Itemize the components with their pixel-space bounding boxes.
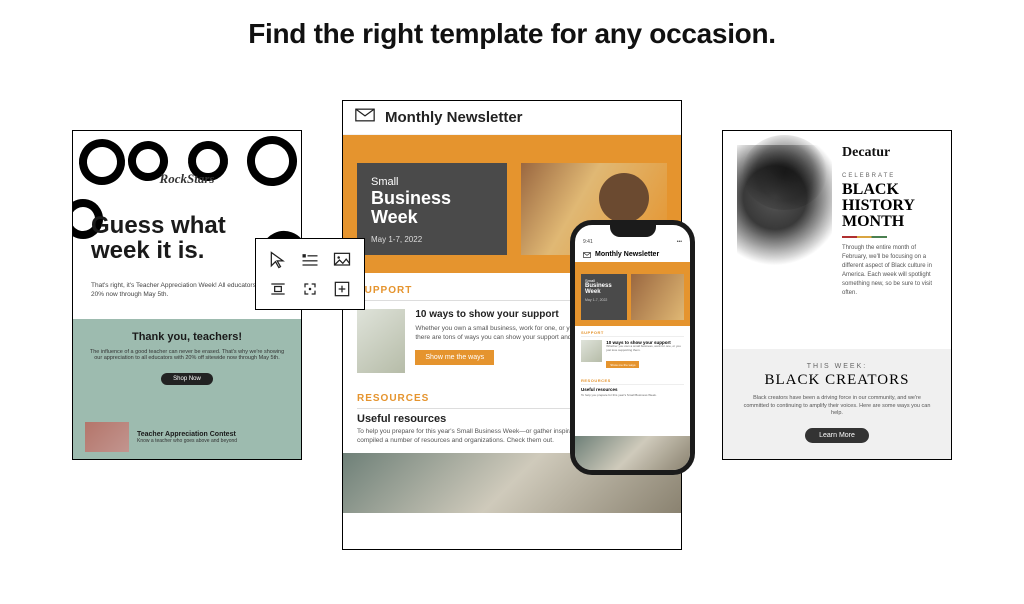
learn-more-button[interactable]: Learn More [805,428,869,443]
bhm-body: Through the entire month of February, we… [842,244,937,298]
mobile-preview: 9:41••• Monthly Newsletter Small Busines… [570,220,695,475]
phone-useful-title: Useful resources [575,385,690,393]
editor-toolbox [255,238,365,310]
celebrate-label: CELEBRATE [842,173,937,179]
phone-support-body: Whether you own a small business, work f… [606,345,684,353]
phone-hero-text: Small Business Week May 1-7, 2022 [581,274,627,320]
this-week-label: THIS WEEK: [741,363,933,370]
phone-support-cta[interactable]: Show me the ways [606,361,639,368]
phone-useful-body: To help you prepare for this year's Smal… [575,393,690,400]
contest-title: Teacher Appreciation Contest [137,431,237,438]
expand-icon[interactable] [294,274,326,303]
support-thumbnail [357,309,405,373]
hero-text-panel: Small Business Week May 1-7, 2022 [357,163,507,255]
image-icon[interactable] [326,245,358,274]
align-icon[interactable] [262,274,294,303]
template-black-history-month[interactable]: Decatur CELEBRATE BLACK HISTORY MONTH Th… [722,130,952,460]
contest-subtext: Know a teacher who goes above and beyond [137,438,237,444]
black-creators-heading: BLACK CREATORS [741,372,933,389]
brand-logo: RockStars [160,171,215,187]
phone-footer-image [575,436,690,470]
cursor-icon[interactable] [262,245,294,274]
shop-now-button[interactable]: Shop Now [161,373,213,385]
phone-support-thumb [581,340,602,362]
thanks-title: Thank you, teachers! [73,331,301,343]
thanks-body: The influence of a good teacher can neve… [73,343,301,367]
plus-icon[interactable] [326,274,358,303]
phone-hero-image [631,274,684,320]
phone-newsletter-title: Monthly Newsletter [575,247,690,262]
lower-body: Black creators have been a driving force… [741,395,933,418]
bhm-heading: BLACK HISTORY MONTH [842,182,937,230]
text-line-icon[interactable] [294,245,326,274]
contest-thumbnail [85,422,129,452]
portrait-image [737,145,832,295]
support-cta-button[interactable]: Show me the ways [415,350,494,365]
envelope-icon [355,108,375,127]
newsletter-title: Monthly Newsletter [385,109,523,126]
template-headline: Guess what week it is. [91,213,226,263]
phone-resources-label: RESOURCES [575,374,690,384]
brand-name: Decatur [842,145,937,161]
stripes-decor [842,236,887,238]
page-heading: Find the right template for any occasion… [0,0,1024,100]
phone-support-label: SUPPORT [575,326,690,336]
